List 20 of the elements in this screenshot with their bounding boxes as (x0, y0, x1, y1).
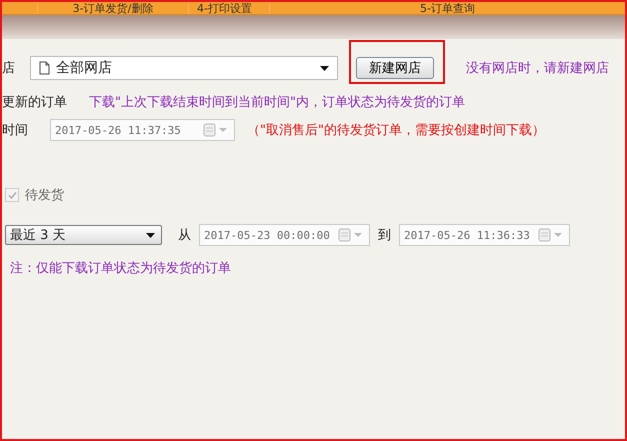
tab[interactable]: 5-订单查询 (269, 2, 625, 14)
footnote: 注：仅能下载订单状态为待发货的订单 (10, 260, 231, 277)
status-label: 待发货 (25, 187, 64, 204)
store-label: 店 (2, 60, 16, 77)
caret-icon (320, 66, 329, 70)
new-store-hint: 没有网店时，请新建网店 (466, 60, 609, 77)
update-note: 下载"上次下载结束时间到当前时间"内，订单状态为待发货的订单 (89, 94, 465, 111)
document-icon (39, 61, 50, 75)
caret-icon (146, 232, 155, 238)
checkmark-icon (8, 190, 16, 200)
store-dropdown[interactable]: 全部网店 (30, 56, 338, 80)
update-orders-label: 更新的订单 (2, 94, 67, 111)
from-label: 从 (178, 227, 191, 244)
time-label: 时间 (2, 122, 28, 139)
new-store-button[interactable]: 新建网店 (356, 57, 434, 79)
range-dropdown[interactable]: 最近 3 天 (5, 225, 162, 245)
tab[interactable]: 4-打印设置 (188, 2, 269, 14)
to-label: 到 (378, 227, 391, 244)
time-note: （"取消售后"的待发货订单，需要按创建时间下载） (247, 122, 545, 139)
tab[interactable]: 3-订单发货/删除 (37, 2, 188, 14)
